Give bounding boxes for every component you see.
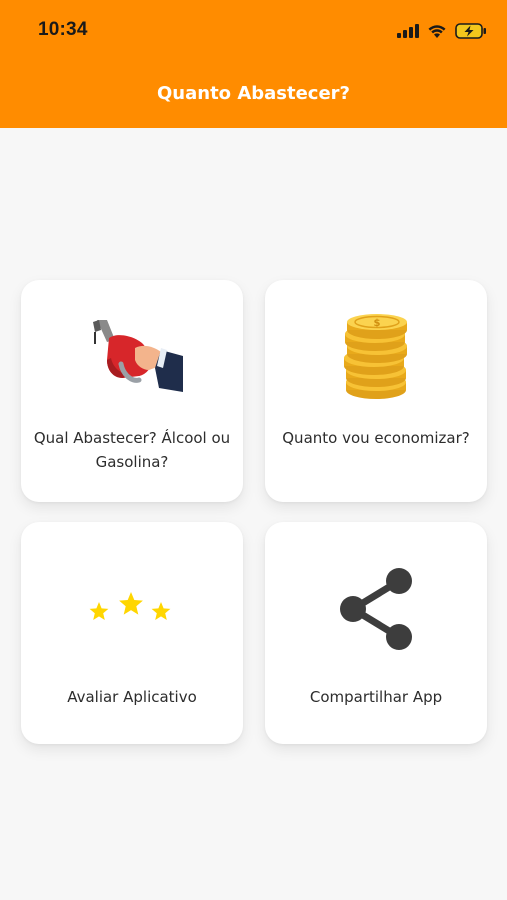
menu-card-label: Quanto vou economizar? — [282, 429, 470, 447]
svg-text:$: $ — [374, 318, 381, 329]
battery-charging-icon — [455, 23, 486, 39]
status-time: 10:34 — [38, 19, 88, 40]
share-icon — [265, 564, 487, 654]
status-bar: 10:34 — [0, 0, 507, 62]
menu-card-label: Qual Abastecer? Álcool ou Gasolina? — [33, 429, 231, 471]
stars-icon — [21, 590, 243, 630]
wifi-icon — [428, 24, 446, 38]
menu-card-label: Avaliar Aplicativo — [67, 688, 197, 706]
menu-card-label: Compartilhar App — [309, 688, 443, 706]
app-title: Quanto Abastecer? — [157, 82, 350, 104]
app-bar: Quanto Abastecer? — [0, 62, 507, 128]
menu-card-avaliar-aplicativo[interactable]: Avaliar Aplicativo — [21, 522, 243, 744]
menu-card-qual-abastecer[interactable]: Qual Abastecer? Álcool ou Gasolina? — [21, 280, 243, 502]
menu-card-compartilhar-app[interactable]: Compartilhar App — [265, 522, 487, 744]
status-icons — [397, 20, 487, 42]
coin-stack-icon: $ — [265, 314, 487, 404]
fuel-nozzle-icon — [21, 318, 243, 398]
cellular-signal-icon — [397, 24, 419, 38]
menu-card-quanto-economizar[interactable]: $ Quanto vou economizar? — [265, 280, 487, 502]
